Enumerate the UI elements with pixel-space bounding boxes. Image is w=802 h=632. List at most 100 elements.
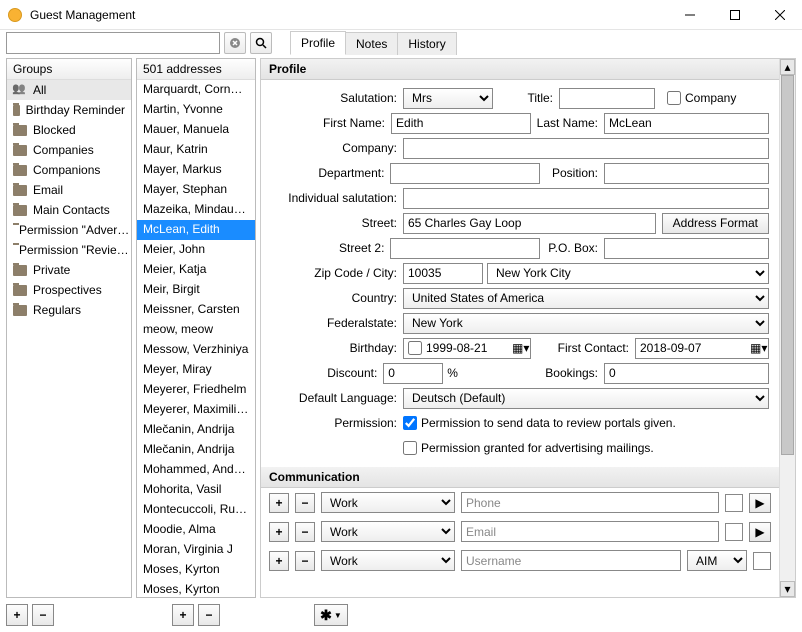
- department-input[interactable]: [390, 163, 540, 184]
- address-format-button[interactable]: Address Format: [662, 213, 769, 234]
- permission-advertising-checkbox[interactable]: [403, 441, 417, 455]
- comm-value-input[interactable]: [461, 550, 681, 571]
- company-input[interactable]: [403, 138, 769, 159]
- search-input[interactable]: [6, 32, 220, 54]
- bookings-input[interactable]: [604, 363, 769, 384]
- address-item[interactable]: Martin, Yvonne: [137, 100, 255, 120]
- firstcontact-field[interactable]: 2018-09-07 ▦▾: [635, 338, 769, 359]
- tab-history[interactable]: History: [397, 32, 456, 55]
- comm-type-select[interactable]: Work: [321, 550, 455, 571]
- title-input[interactable]: [559, 88, 655, 109]
- country-select[interactable]: United States of America: [403, 288, 769, 309]
- group-item[interactable]: Blocked: [7, 120, 131, 140]
- comm-checkbox[interactable]: [725, 523, 743, 541]
- remove-comm-button[interactable]: −: [295, 551, 315, 571]
- comm-type-select[interactable]: Work: [321, 492, 455, 513]
- scroll-down-button[interactable]: ▾: [780, 581, 795, 597]
- content-scrollbar[interactable]: ▴ ▾: [779, 59, 795, 597]
- address-item[interactable]: Messow, Verzhiniya: [137, 340, 255, 360]
- position-input[interactable]: [604, 163, 769, 184]
- group-item[interactable]: Permission "Revie…: [7, 240, 131, 260]
- address-item[interactable]: Meissner, Carsten: [137, 300, 255, 320]
- individual-salutation-input[interactable]: [403, 188, 769, 209]
- address-item[interactable]: Mohorita, Vasil: [137, 480, 255, 500]
- add-comm-button[interactable]: +: [269, 493, 289, 513]
- calendar-icon[interactable]: ▦▾: [750, 341, 764, 355]
- address-item[interactable]: meow, meow: [137, 320, 255, 340]
- pobox-input[interactable]: [604, 238, 769, 259]
- address-item[interactable]: Meier, John: [137, 240, 255, 260]
- address-item[interactable]: Mlečanin, Andrija: [137, 420, 255, 440]
- address-item[interactable]: Mazeika, Mindaugas: [137, 200, 255, 220]
- group-item[interactable]: Private: [7, 260, 131, 280]
- zip-input[interactable]: [403, 263, 483, 284]
- add-address-button[interactable]: +: [172, 604, 194, 626]
- address-list[interactable]: Marquardt, CorneliaMartin, YvonneMauer, …: [137, 80, 255, 597]
- remove-comm-button[interactable]: −: [295, 522, 315, 542]
- address-item[interactable]: Mayer, Stephan: [137, 180, 255, 200]
- address-item[interactable]: Meyerer, Maximili…: [137, 400, 255, 420]
- address-item[interactable]: McLean, Edith: [137, 220, 255, 240]
- add-comm-button[interactable]: +: [269, 551, 289, 571]
- city-select[interactable]: New York City: [487, 263, 769, 284]
- group-item[interactable]: Permission "Adver…: [7, 220, 131, 240]
- address-item[interactable]: Moran, Virginia J: [137, 540, 255, 560]
- group-item[interactable]: Regulars: [7, 300, 131, 320]
- address-item[interactable]: Mauer, Manuela: [137, 120, 255, 140]
- remove-group-button[interactable]: −: [32, 604, 54, 626]
- address-item[interactable]: Moses, Kyrton: [137, 580, 255, 597]
- remove-comm-button[interactable]: −: [295, 493, 315, 513]
- settings-menu-button[interactable]: ✱▼: [314, 604, 348, 626]
- add-group-button[interactable]: +: [6, 604, 28, 626]
- birthday-field[interactable]: 1999-08-21 ▦▾: [403, 338, 531, 359]
- group-item[interactable]: Prospectives: [7, 280, 131, 300]
- birthday-checkbox[interactable]: [408, 341, 422, 355]
- scroll-up-button[interactable]: ▴: [780, 59, 795, 75]
- group-item[interactable]: Main Contacts: [7, 200, 131, 220]
- add-comm-button[interactable]: +: [269, 522, 289, 542]
- groups-list[interactable]: AllBirthday ReminderBlockedCompaniesComp…: [7, 80, 131, 597]
- discount-input[interactable]: [383, 363, 443, 384]
- company-checkbox[interactable]: [667, 91, 681, 105]
- comm-checkbox[interactable]: [725, 494, 743, 512]
- address-item[interactable]: Mayer, Markus: [137, 160, 255, 180]
- group-item[interactable]: Companions: [7, 160, 131, 180]
- group-item[interactable]: Email: [7, 180, 131, 200]
- group-item[interactable]: All: [7, 80, 131, 100]
- remove-address-button[interactable]: −: [198, 604, 220, 626]
- permission-review-checkbox[interactable]: [403, 416, 417, 430]
- calendar-icon[interactable]: ▦▾: [512, 341, 526, 355]
- address-item[interactable]: Meier, Katja: [137, 260, 255, 280]
- address-item[interactable]: Marquardt, Cornelia: [137, 80, 255, 100]
- address-item[interactable]: Moses, Kyrton: [137, 560, 255, 580]
- state-select[interactable]: New York: [403, 313, 769, 334]
- comm-value-input[interactable]: [461, 521, 719, 542]
- address-item[interactable]: Meir, Birgit: [137, 280, 255, 300]
- tab-notes[interactable]: Notes: [345, 32, 398, 55]
- firstname-input[interactable]: [391, 113, 531, 134]
- tab-profile[interactable]: Profile: [290, 31, 346, 55]
- group-item[interactable]: Companies: [7, 140, 131, 160]
- scroll-thumb[interactable]: [781, 75, 794, 455]
- comm-value-input[interactable]: [461, 492, 719, 513]
- minimize-button[interactable]: [667, 0, 712, 30]
- language-select[interactable]: Deutsch (Default): [403, 388, 769, 409]
- address-item[interactable]: Montecuccoli, Rud…: [137, 500, 255, 520]
- address-item[interactable]: Mohammed, Andr…: [137, 460, 255, 480]
- comm-type-select[interactable]: Work: [321, 521, 455, 542]
- street-input[interactable]: [403, 213, 656, 234]
- address-item[interactable]: Meyerer, Friedhelm: [137, 380, 255, 400]
- close-button[interactable]: [757, 0, 802, 30]
- address-item[interactable]: Maur, Katrin: [137, 140, 255, 160]
- search-button[interactable]: [250, 32, 272, 54]
- street2-input[interactable]: [390, 238, 540, 259]
- comm-service-select[interactable]: AIM: [687, 550, 747, 571]
- address-item[interactable]: Moodie, Alma: [137, 520, 255, 540]
- lastname-input[interactable]: [604, 113, 769, 134]
- comm-action-button[interactable]: ▶: [749, 522, 771, 542]
- group-item[interactable]: Birthday Reminder: [7, 100, 131, 120]
- address-item[interactable]: Mlečanin, Andrija: [137, 440, 255, 460]
- comm-action-button[interactable]: ▶: [749, 493, 771, 513]
- address-item[interactable]: Meyer, Miray: [137, 360, 255, 380]
- comm-checkbox[interactable]: [753, 552, 771, 570]
